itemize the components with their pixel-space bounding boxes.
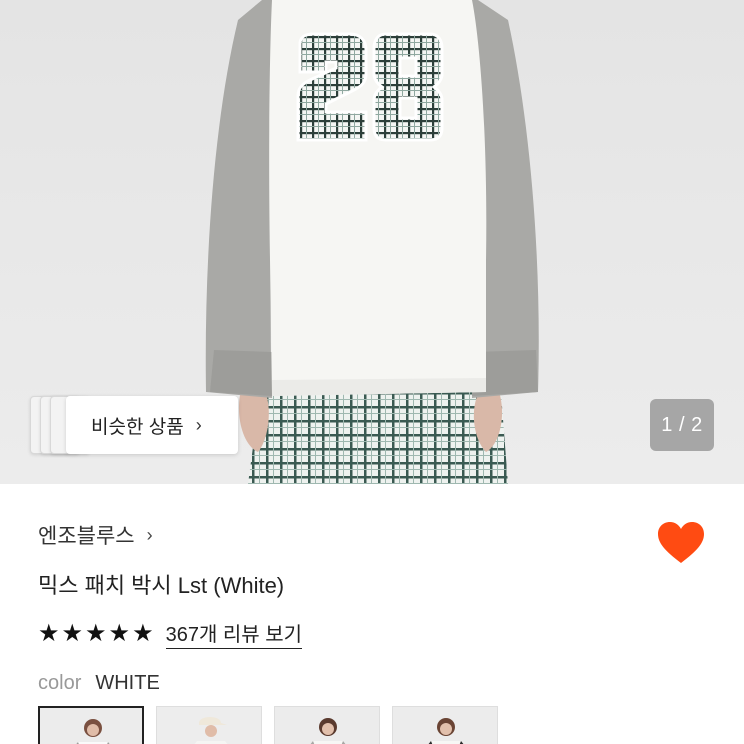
star-icon: ★ bbox=[85, 619, 107, 647]
color-value: WHITE bbox=[95, 672, 160, 694]
similar-products-button[interactable]: 비슷한 상품 › bbox=[30, 396, 238, 454]
chevron-right-icon: › bbox=[195, 414, 202, 435]
color-swatch-white[interactable] bbox=[38, 706, 144, 744]
color-swatch-list bbox=[38, 706, 498, 744]
color-label: color bbox=[38, 672, 82, 694]
star-icon: ★ bbox=[108, 619, 131, 647]
brand-name: 엔조블루스 bbox=[38, 525, 135, 548]
chevron-right-icon: › bbox=[146, 524, 153, 545]
product-title: 믹스 패치 박시 Lst (White) bbox=[38, 573, 285, 598]
color-swatch-model-3[interactable] bbox=[274, 706, 380, 744]
rating-row: ★ ★ ★ ★ ★ 367개 리뷰 보기 bbox=[38, 618, 303, 649]
similar-products-label: 비슷한 상품 bbox=[91, 416, 184, 438]
view-reviews-link[interactable]: 367개 리뷰 보기 bbox=[165, 618, 303, 649]
star-icon: ★ bbox=[38, 619, 60, 647]
star-icon: ★ bbox=[132, 619, 154, 647]
star-icon: ★ bbox=[61, 619, 84, 647]
brand-link[interactable]: 엔조블루스 › bbox=[38, 520, 153, 550]
similar-products-pill[interactable]: 비슷한 상품 › bbox=[66, 396, 238, 454]
heart-icon[interactable] bbox=[657, 521, 705, 565]
image-page-counter: 1 / 2 bbox=[650, 399, 714, 451]
color-swatch-model-4[interactable] bbox=[392, 706, 498, 744]
color-row: color WHITE bbox=[38, 672, 160, 695]
color-swatch-cap[interactable] bbox=[156, 706, 262, 744]
rating-stars: ★ ★ ★ ★ ★ bbox=[38, 620, 154, 648]
product-image-gallery[interactable]: 비슷한 상품 › 1 / 2 bbox=[0, 0, 744, 484]
